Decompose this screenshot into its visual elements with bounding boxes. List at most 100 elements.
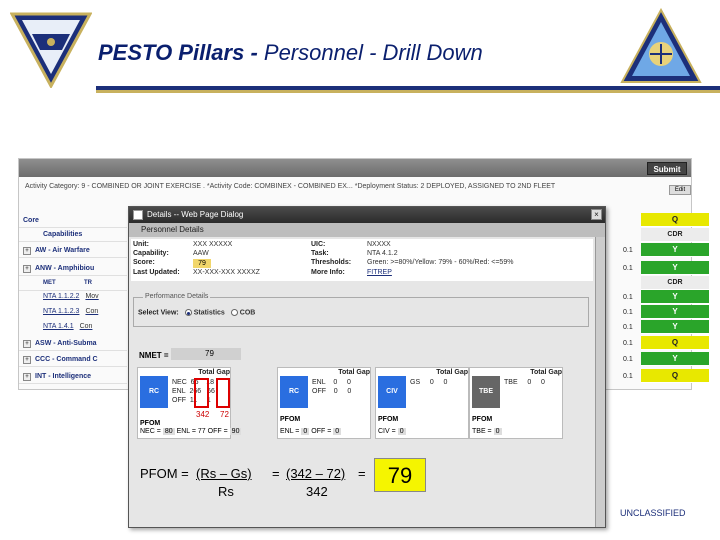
card-tag: RC (140, 376, 168, 408)
unit-value: XXX XXXXX (193, 241, 233, 248)
row-label: Core (23, 217, 39, 224)
row-key: GS (410, 379, 421, 386)
row-aw[interactable]: + AW - Air Warfare (19, 243, 127, 258)
select-view-row: Select View: Statistics COB (138, 309, 255, 316)
more-info-link[interactable]: FITREP (367, 269, 392, 276)
capability-label: Capability: (133, 250, 169, 257)
status-cell: Y (641, 320, 709, 334)
nmet-label: NMET = (139, 351, 169, 360)
unit-label: Unit: (133, 241, 149, 248)
score-value: 79 (193, 259, 211, 268)
row-anw[interactable]: + ANW - Amphibiou (19, 261, 127, 276)
met-link[interactable]: NTA 1.1.2.3 (43, 308, 79, 315)
close-icon[interactable]: × (591, 209, 602, 220)
card-header: Total Gap (530, 369, 562, 376)
tr-header: TR (84, 280, 93, 286)
row-stat: 0.1 (623, 356, 633, 363)
pfom-key: NEC = (140, 428, 161, 435)
gap-value: 0 (347, 379, 351, 386)
classification-marking: UNCLASSIFIED (620, 508, 686, 518)
statistics-label: Statistics (193, 309, 225, 317)
select-view-label: Select View: (138, 309, 179, 317)
row-core[interactable]: Core (19, 213, 127, 228)
expand-icon[interactable]: + (23, 247, 31, 255)
status-cell: Q (641, 336, 709, 350)
met-row-1[interactable]: NTA 1.1.2.2 Mov (43, 290, 127, 304)
row-stat: 0.1 (623, 265, 633, 272)
dialog-title-bar[interactable]: Details -- Web Page Dialog (129, 207, 605, 223)
row-int[interactable]: + INT - Intelligence (19, 369, 127, 384)
pfom-value: 0 (333, 428, 342, 435)
pfom-line: NEC = 80 ENL = 77 OFF = 90 (140, 428, 242, 435)
pfom-label: PFOM (472, 416, 493, 423)
met-desc: Con (79, 323, 93, 330)
expand-icon[interactable]: + (23, 340, 31, 348)
formula-equals-1: = (272, 466, 280, 481)
met-header: MET (43, 280, 56, 286)
uic-value: NXXXX (367, 241, 391, 248)
pfom-value: 0 (301, 428, 310, 435)
row-key: ENL (312, 379, 326, 386)
pfom-line: CIV = 0 (378, 428, 406, 435)
row-label: CCC - Command C (35, 356, 98, 363)
row-stat: 0.1 (623, 373, 633, 380)
row-label: Capabilities (43, 231, 83, 238)
last-updated-value: XX-XXX-XXX XXXXZ (193, 269, 260, 276)
pfom-value: 80 (162, 428, 175, 435)
statistics-radio[interactable] (184, 309, 192, 316)
status-cell: Y (641, 290, 709, 304)
pfom-label: PFOM (280, 416, 301, 423)
total-sum-note: 342 (196, 410, 210, 419)
met-desc: Mov (85, 293, 99, 300)
last-updated-label: Last Updated: (133, 269, 180, 276)
cob-label: COB (239, 309, 256, 317)
total-value: 0 (527, 379, 532, 386)
total-highlight-box (194, 378, 209, 408)
pfom-label: PFOM (140, 420, 161, 427)
dialog-scrollbar[interactable] (595, 237, 605, 527)
pfom-value: 0 (493, 428, 502, 435)
cob-radio[interactable] (230, 309, 238, 316)
app-toolbar (19, 159, 691, 177)
warfare-center-emblem-logo (620, 8, 702, 83)
expand-icon[interactable]: + (23, 356, 31, 364)
header-rule-gold (96, 90, 720, 93)
dialog-subtitle: Personnel Details (129, 223, 605, 237)
status-cell: Y (641, 305, 709, 319)
row-asw[interactable]: + ASW - Anti-Subma (19, 336, 127, 351)
pfom-line: TBE = 0 (472, 428, 502, 435)
row-key: NEC (172, 379, 187, 386)
row-stat: 0.1 (623, 309, 633, 316)
met-row-3[interactable]: NTA 1.4.1 Con (43, 320, 127, 334)
expand-icon[interactable]: + (23, 265, 31, 273)
gap-value: 0 (443, 379, 448, 386)
met-desc: Con (85, 308, 99, 315)
personnel-card-civ: CIV Total Gap GS 0 0 PFOM CIV = 0 (375, 367, 469, 439)
pfom-key: CIV = (378, 428, 396, 435)
expand-icon[interactable]: + (23, 373, 31, 381)
row-capabilities: Capabilities (19, 227, 127, 242)
submit-button[interactable]: Submit (647, 162, 687, 175)
activity-filter-bar: Activity Category: 9 - COMBINED OR JOINT… (25, 183, 556, 190)
row-stat: 0.1 (623, 340, 633, 347)
pfom-mid: ENL = 77 (176, 428, 206, 435)
performance-details-group: Select View: Statistics COB (133, 297, 589, 327)
met-row-2[interactable]: NTA 1.1.2.3 Con (43, 305, 127, 319)
row-stat: 0.1 (623, 324, 633, 331)
browser-page-icon (133, 210, 143, 220)
edit-button[interactable]: Edit (669, 185, 691, 195)
met-link[interactable]: NTA 1.1.2.2 (43, 293, 79, 300)
card-tag: CIV (378, 376, 406, 408)
row-key: TBE (504, 379, 518, 386)
personnel-card-rc-2: RC Total Gap ENL 0 0 OFF 0 0 PFOM ENL = 0… (277, 367, 371, 439)
gap-highlight-box (216, 378, 230, 408)
score-label: Score: (133, 259, 155, 266)
row-ccc[interactable]: + CCC - Command C (19, 352, 127, 367)
pfom-value: 0 (397, 428, 406, 435)
row-label: INT - Intelligence (35, 373, 92, 380)
met-link[interactable]: NTA 1.4.1 (43, 323, 74, 330)
formula-lhs: PFOM = (140, 466, 189, 481)
task-value: NTA 4.1.2 (367, 250, 398, 257)
card-rows: GS 0 0 (410, 378, 447, 387)
formula-denominator: Rs (218, 484, 234, 499)
